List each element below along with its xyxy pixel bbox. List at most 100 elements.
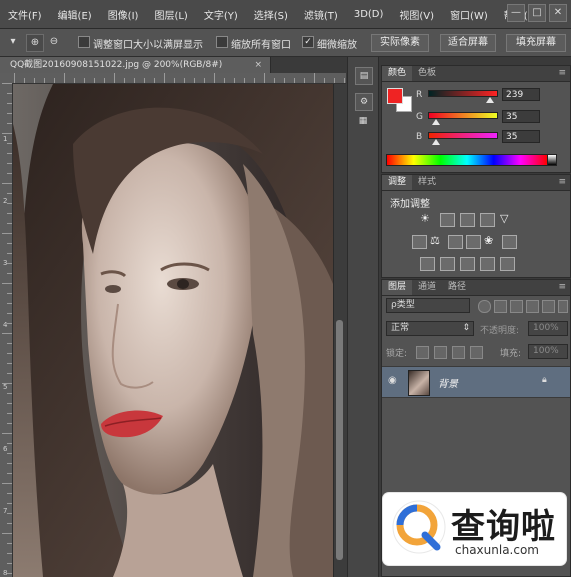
photo-filter-icon[interactable]: [466, 235, 481, 249]
properties-icon[interactable]: ⚙: [355, 93, 373, 111]
tab-swatches[interactable]: 色板: [412, 66, 442, 81]
ruler-tick: [2, 333, 12, 334]
lock-image-icon[interactable]: [434, 346, 447, 359]
channel-g-slider[interactable]: [428, 112, 498, 119]
exposure-icon[interactable]: [480, 213, 495, 227]
close-window-button[interactable]: ✕: [549, 4, 567, 22]
blend-mode-select[interactable]: 正常 ⇕: [386, 321, 474, 336]
filter-adjustment-icon[interactable]: [494, 300, 507, 313]
color-spectrum-bar[interactable]: [386, 154, 548, 166]
channel-r-slider[interactable]: [428, 90, 498, 97]
menu-view[interactable]: 视图(V): [391, 7, 442, 22]
scrubby-zoom-checkbox[interactable]: ✓: [302, 36, 314, 48]
layer-name[interactable]: 背景: [438, 375, 458, 390]
ruler-tick: [294, 78, 295, 83]
maximize-button[interactable]: □: [528, 4, 546, 22]
ruler-vertical[interactable]: 12345678: [0, 83, 13, 577]
scrollbar-thumb[interactable]: [336, 320, 343, 560]
panel-menu-icon[interactable]: ≡: [558, 68, 566, 78]
ruler-tick: [74, 78, 75, 83]
menu-image[interactable]: 图像(I): [100, 7, 147, 22]
filter-shape-icon[interactable]: [526, 300, 539, 313]
ruler-tick: [7, 303, 12, 304]
actual-pixels-button[interactable]: 实际像素: [371, 34, 429, 52]
menu-layer[interactable]: 图层(L): [146, 7, 195, 22]
menu-select[interactable]: 选择(S): [246, 7, 296, 22]
ruler-tick: [164, 73, 165, 83]
channel-mixer-icon[interactable]: ❀: [484, 235, 497, 247]
channel-b-handle[interactable]: [432, 139, 440, 145]
lock-position-icon[interactable]: [452, 346, 465, 359]
tab-channels[interactable]: 通道: [412, 280, 442, 295]
tab-color[interactable]: 颜色: [382, 66, 413, 81]
info-icon[interactable]: ▦: [355, 113, 371, 129]
hue-saturation-icon[interactable]: [412, 235, 427, 249]
resize-windows-checkbox[interactable]: [78, 36, 90, 48]
foreground-color-swatch[interactable]: [387, 88, 403, 104]
fill-field[interactable]: 100%: [528, 344, 568, 359]
zoom-out-icon[interactable]: ⊖: [46, 34, 62, 50]
ruler-tick: [7, 203, 12, 204]
channel-b-value[interactable]: 35: [502, 130, 540, 143]
lock-transparent-icon[interactable]: [416, 346, 429, 359]
color-lookup-icon[interactable]: [502, 235, 517, 249]
fill-screen-button[interactable]: 填充屏幕: [506, 34, 566, 52]
lock-all-icon[interactable]: [470, 346, 483, 359]
channel-b-slider[interactable]: [428, 132, 498, 139]
layer-filter-select[interactable]: ρ类型: [386, 298, 470, 313]
zoom-in-icon[interactable]: ⊕: [26, 34, 44, 52]
color-balance-icon[interactable]: ⚖: [430, 235, 443, 247]
brightness-icon[interactable]: ☀: [420, 213, 433, 225]
color-panel-tabs: 颜色 色板 ≡: [382, 66, 570, 82]
history-icon[interactable]: ▤: [355, 67, 373, 85]
tab-layers[interactable]: 图层: [382, 280, 413, 295]
fit-screen-button[interactable]: 适合屏幕: [440, 34, 496, 52]
ruler-tick: [7, 393, 12, 394]
filter-toggle-icon[interactable]: [558, 300, 568, 313]
gradient-map-icon[interactable]: [500, 257, 515, 271]
ruler-tick: [304, 78, 305, 83]
menu-type[interactable]: 文字(Y): [196, 7, 246, 22]
tab-styles[interactable]: 样式: [412, 175, 442, 190]
ruler-horizontal[interactable]: [0, 73, 346, 84]
add-adjustment-title: 添加调整: [390, 199, 430, 210]
zoom-all-windows-checkbox[interactable]: [216, 36, 228, 48]
curves-icon[interactable]: [460, 213, 475, 227]
channel-g-value[interactable]: 35: [502, 110, 540, 123]
ruler-tick: [2, 533, 12, 534]
black-white-icon[interactable]: [448, 235, 463, 249]
document-tab[interactable]: QQ截图20160908151022.jpg @ 200%(RGB/8#) ×: [0, 57, 271, 73]
ruler-tick: [34, 78, 35, 83]
minimize-button[interactable]: —: [507, 4, 525, 22]
grayscale-ramp[interactable]: [547, 154, 557, 166]
layer-visibility-eye-icon[interactable]: ◉: [388, 375, 397, 386]
channel-r-value[interactable]: 239: [502, 88, 540, 101]
panel-menu-icon[interactable]: ≡: [558, 177, 566, 187]
tab-paths[interactable]: 路径: [442, 280, 472, 295]
menu-3d[interactable]: 3D(D): [346, 9, 392, 20]
panel-menu-icon[interactable]: ≡: [558, 282, 566, 292]
tool-preset-icon[interactable]: ▾: [5, 34, 21, 50]
scrubby-zoom-label: 细微缩放: [317, 40, 357, 51]
opacity-field[interactable]: 100%: [528, 321, 568, 336]
posterize-icon[interactable]: [440, 257, 455, 271]
filter-smart-icon[interactable]: [542, 300, 555, 313]
selective-color-icon[interactable]: [480, 257, 495, 271]
threshold-icon[interactable]: [460, 257, 475, 271]
invert-icon[interactable]: [420, 257, 435, 271]
filter-type-icon[interactable]: [510, 300, 523, 313]
ruler-tick: [7, 253, 12, 254]
menu-filter[interactable]: 滤镜(T): [296, 7, 346, 22]
document-canvas[interactable]: [13, 84, 333, 577]
menu-window[interactable]: 窗口(W): [442, 7, 496, 22]
levels-icon[interactable]: [440, 213, 455, 227]
filter-pixel-icon[interactable]: [478, 300, 491, 313]
menu-file[interactable]: 文件(F): [0, 7, 50, 22]
close-document-icon[interactable]: ×: [254, 57, 262, 73]
menu-edit[interactable]: 编辑(E): [50, 7, 100, 22]
tab-adjustments[interactable]: 调整: [382, 175, 413, 190]
channel-r-handle[interactable]: [486, 97, 494, 103]
vibrance-icon[interactable]: ▽: [500, 213, 513, 225]
layer-row-background[interactable]: ◉ 背景 🔒︎: [382, 366, 570, 398]
channel-g-handle[interactable]: [432, 119, 440, 125]
